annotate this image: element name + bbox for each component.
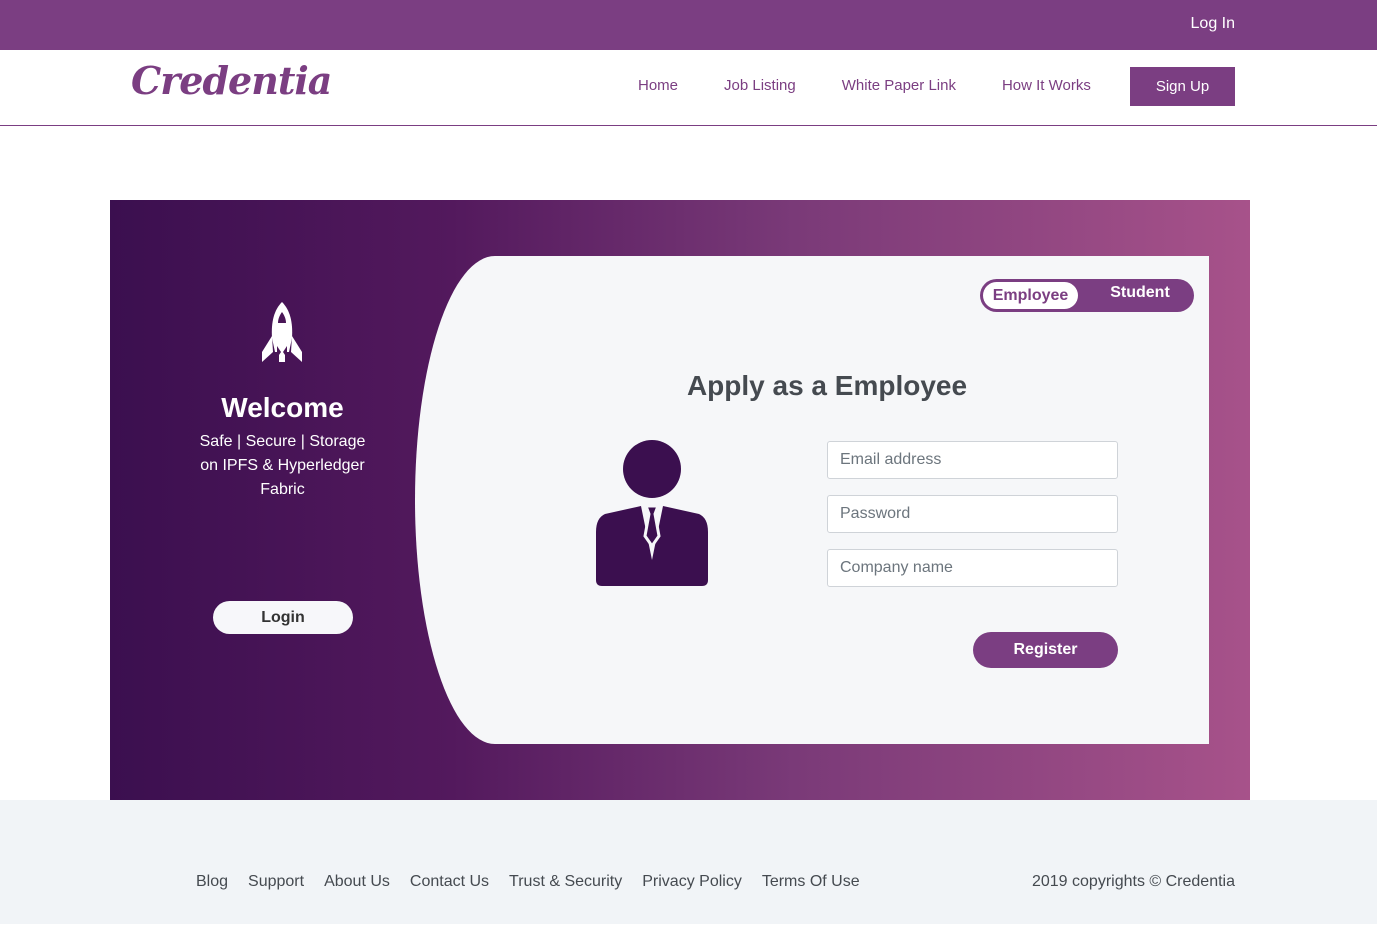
footer: Blog Support About Us Contact Us Trust &… [0, 800, 1377, 924]
footer-link-trust-security[interactable]: Trust & Security [509, 873, 622, 891]
footer-links: Blog Support About Us Contact Us Trust &… [196, 873, 880, 891]
copyright-text: 2019 copyrights © Credentia [1031, 873, 1235, 890]
password-input[interactable] [827, 495, 1118, 533]
company-name-input[interactable] [827, 549, 1118, 587]
navbar: Credentia Home Job Listing White Paper L… [0, 50, 1377, 126]
footer-link-about-us[interactable]: About Us [324, 873, 390, 891]
top-bar: Log In [0, 0, 1377, 50]
hero-panel: Welcome Safe | Secure | Storage on IPFS … [110, 200, 1250, 800]
top-login-link[interactable]: Log In [1191, 15, 1235, 33]
nav-links: Home Job Listing White Paper Link How It… [638, 77, 1137, 94]
role-toggle: Employee Student [980, 279, 1194, 312]
brand-logo[interactable]: Credentia [131, 58, 332, 103]
footer-link-blog[interactable]: Blog [196, 873, 228, 891]
footer-link-contact-us[interactable]: Contact Us [410, 873, 489, 891]
toggle-employee[interactable]: Employee [983, 282, 1078, 309]
nav-link-home[interactable]: Home [638, 77, 678, 94]
toggle-student[interactable]: Student [1098, 284, 1182, 302]
nav-link-white-paper[interactable]: White Paper Link [842, 77, 956, 94]
register-button[interactable]: Register [973, 632, 1118, 668]
login-button[interactable]: Login [213, 601, 353, 634]
welcome-heading: Welcome [221, 392, 344, 423]
rocket-icon [262, 302, 302, 362]
register-card: Employee Student Apply as a Employee Reg… [415, 256, 1209, 744]
footer-link-privacy-policy[interactable]: Privacy Policy [642, 873, 742, 891]
welcome-tagline: Safe | Secure | Storage on IPFS & Hyperl… [199, 433, 366, 498]
nav-link-how-it-works[interactable]: How It Works [1002, 77, 1091, 94]
nav-link-job-listing[interactable]: Job Listing [724, 77, 796, 94]
form-title: Apply as a Employee [686, 370, 968, 401]
footer-link-terms-of-use[interactable]: Terms Of Use [762, 873, 860, 891]
footer-link-support[interactable]: Support [248, 873, 304, 891]
welcome-pane: Welcome Safe | Secure | Storage on IPFS … [110, 200, 455, 800]
email-input[interactable] [827, 441, 1118, 479]
employee-icon [596, 440, 708, 586]
signup-button[interactable]: Sign Up [1130, 67, 1235, 106]
